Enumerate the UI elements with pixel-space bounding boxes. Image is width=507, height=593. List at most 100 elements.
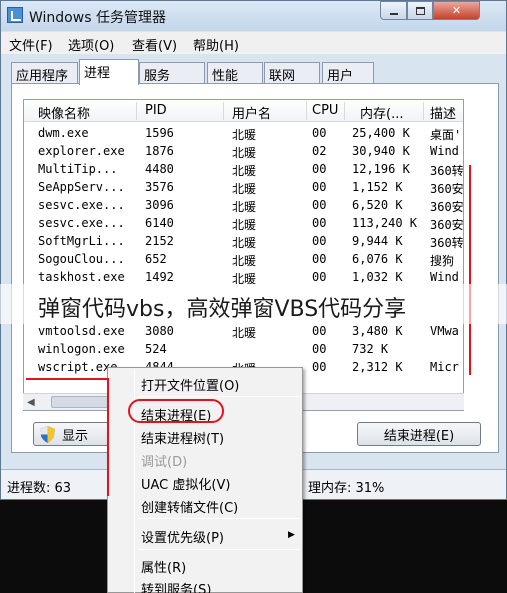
process-list[interactable]: 映像名称 PID 用户名 CPU 内存(... 描述 dwm.exe 1596 … xyxy=(23,99,464,411)
description: 360转 xyxy=(430,164,464,178)
col-username[interactable]: 用户名 xyxy=(232,103,271,122)
image-name: SogouClou... xyxy=(38,252,125,266)
table-row[interactable]: sesvc.exe... 3096 北暖 00 6,520 K 360安 xyxy=(24,197,463,215)
table-row[interactable]: vmtoolsd.exe 3080 北暖 00 3,480 K VMwa xyxy=(24,323,463,341)
cpu: 00 xyxy=(312,234,327,248)
menu-item-set-priority[interactable]: 设置优先级(P) xyxy=(141,527,224,546)
minimize-button[interactable] xyxy=(380,1,407,20)
memory: 12,196 K xyxy=(352,162,410,176)
menu-options[interactable]: 选项(O) xyxy=(68,35,114,54)
col-image-name[interactable]: 映像名称 xyxy=(38,103,90,122)
cpu: 00 xyxy=(312,198,327,212)
menu-separator xyxy=(138,396,300,397)
close-button[interactable]: ✕ xyxy=(433,1,480,20)
memory: 30,940 K xyxy=(352,144,410,158)
image-name: wscript.exe xyxy=(38,360,118,374)
tab-users[interactable]: 用户 xyxy=(322,62,374,84)
pid: 652 xyxy=(145,252,167,266)
maximize-button[interactable] xyxy=(407,1,433,20)
menu-item-properties[interactable]: 属性(R) xyxy=(141,557,186,576)
cpu: 00 xyxy=(312,324,327,338)
menu-view[interactable]: 查看(V) xyxy=(132,35,177,54)
annotation-line xyxy=(107,378,109,496)
menu-item-go-to-service[interactable]: 转到服务(S) xyxy=(141,579,211,593)
cpu: 00 xyxy=(312,126,327,140)
menu-item-create-dump-file[interactable]: 创建转储文件(C) xyxy=(141,497,238,516)
table-row[interactable]: SoftMgrLi... 2152 北暖 00 9,944 K 360转 xyxy=(24,233,464,251)
show-all-label: 显示 xyxy=(62,428,89,444)
description: 360安 xyxy=(430,218,464,232)
menu-separator xyxy=(138,549,300,550)
description: Wind xyxy=(430,144,459,158)
tab-services[interactable]: 服务 xyxy=(139,62,205,84)
menu-item-uac-virtualization[interactable]: UAC 虚拟化(V) xyxy=(141,474,230,493)
cpu: 00 xyxy=(312,360,327,374)
image-name: explorer.exe xyxy=(38,144,125,158)
menu-help[interactable]: 帮助(H) xyxy=(193,35,239,54)
username: 北暖 xyxy=(232,200,257,214)
col-cpu[interactable]: CPU xyxy=(312,103,338,118)
menu-separator xyxy=(138,518,300,519)
memory: 9,944 K xyxy=(352,234,403,248)
image-name: winlogon.exe xyxy=(38,342,125,356)
scroll-left-icon[interactable]: ◀ xyxy=(27,397,35,408)
description: 360转 xyxy=(430,236,464,250)
pid: 6140 xyxy=(145,216,174,230)
table-row[interactable]: SeAppServ... 3576 北暖 00 1,152 K 360安 xyxy=(24,179,464,197)
window-title: Windows 任务管理器 xyxy=(29,10,166,26)
tab-networking[interactable]: 联网 xyxy=(264,62,320,84)
column-divider[interactable] xyxy=(136,102,137,120)
menu-file[interactable]: 文件(F) xyxy=(9,35,53,54)
end-process-button[interactable]: 结束进程(E) xyxy=(357,422,481,446)
column-divider[interactable] xyxy=(423,102,424,120)
tab-processes[interactable]: 进程 xyxy=(79,59,139,85)
task-manager-icon xyxy=(7,7,23,23)
cpu: 00 xyxy=(312,252,327,266)
column-divider[interactable] xyxy=(344,102,345,120)
maximize-icon xyxy=(415,6,425,15)
table-row[interactable]: dwm.exe 1596 北暖 00 25,400 K 桌面' xyxy=(24,125,463,143)
username: 北暖 xyxy=(232,128,257,142)
submenu-arrow-icon: ▶ xyxy=(288,530,295,540)
col-memory[interactable]: 内存(... xyxy=(360,103,403,122)
pid: 4480 xyxy=(145,162,174,176)
annotation-line xyxy=(469,165,471,375)
pid: 1876 xyxy=(145,144,174,158)
memory: 1,152 K xyxy=(352,180,403,194)
column-header: 映像名称 PID 用户名 CPU 内存(... 描述 xyxy=(24,100,463,122)
table-row[interactable]: MultiTip... 4480 北暖 00 12,196 K 360转 xyxy=(24,161,464,179)
image-name: SoftMgrLi... xyxy=(38,234,125,248)
tab-applications[interactable]: 应用程序 xyxy=(11,62,78,84)
table-row[interactable]: winlogon.exe 524 00 732 K xyxy=(24,341,463,359)
table-row[interactable]: SogouClou... 652 北暖 00 6,076 K 搜狗 xyxy=(24,251,463,269)
cpu: 00 xyxy=(312,162,327,176)
image-name: taskhost.exe xyxy=(38,270,125,284)
annotation-highlight xyxy=(128,399,224,423)
username: 北暖 xyxy=(232,182,257,196)
username: 北暖 xyxy=(232,164,257,178)
description: 搜狗 xyxy=(430,254,455,268)
table-row[interactable]: explorer.exe 1876 北暖 02 30,940 K Wind xyxy=(24,143,463,161)
menu-bar: 文件(F) 选项(O) 查看(V) 帮助(H) xyxy=(1,32,506,54)
pid: 1492 xyxy=(145,270,174,284)
column-divider[interactable] xyxy=(223,102,224,120)
col-pid[interactable]: PID xyxy=(145,103,167,118)
col-description[interactable]: 描述 xyxy=(430,103,456,122)
image-name: MultiTip... xyxy=(38,162,118,176)
title-bar[interactable]: Windows 任务管理器 ✕ xyxy=(1,1,506,31)
menu-item-open-file-location[interactable]: 打开文件位置(O) xyxy=(141,375,239,394)
cpu: 00 xyxy=(312,270,327,284)
tab-performance[interactable]: 性能 xyxy=(207,62,263,84)
memory: 732 K xyxy=(352,342,389,356)
table-row[interactable]: sesvc.exe... 6140 北暖 00 113,240 K 360安 xyxy=(24,215,464,233)
description: VMwa xyxy=(430,324,459,338)
memory: 1,032 K xyxy=(352,270,403,284)
menu-item-debug: 调试(D) xyxy=(141,455,188,470)
description: 360安 xyxy=(430,182,464,196)
show-all-processes-button[interactable]: 显示 xyxy=(33,422,113,446)
column-divider[interactable] xyxy=(306,102,307,120)
uac-shield-icon xyxy=(40,426,55,443)
menu-item-end-process-tree[interactable]: 结束进程树(T) xyxy=(141,428,224,447)
end-process-label: 结束进程(E) xyxy=(383,428,455,444)
memory: 25,400 K xyxy=(352,126,410,140)
